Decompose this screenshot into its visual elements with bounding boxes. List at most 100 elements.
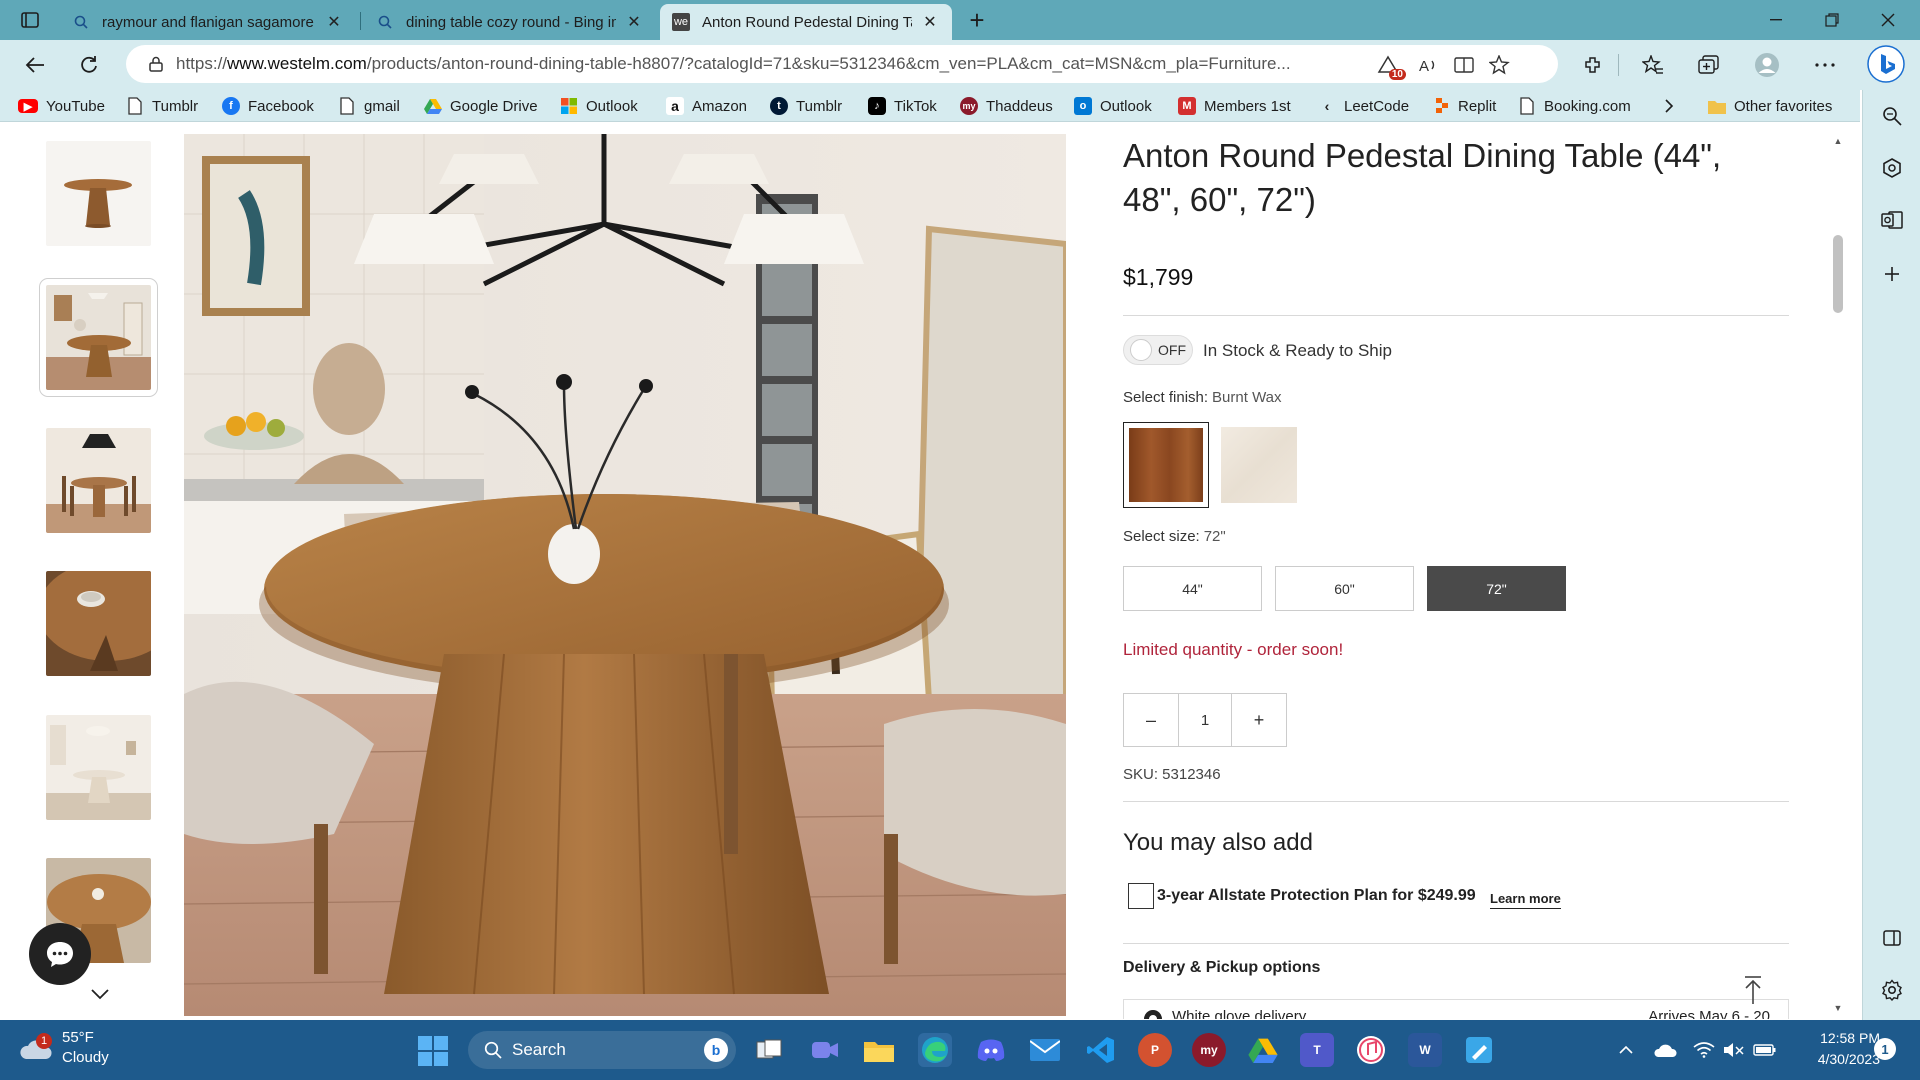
notification-badge[interactable]: 1	[1874, 1038, 1896, 1060]
teams-icon[interactable]: T	[1300, 1033, 1334, 1067]
scroll-up-icon[interactable]: ▲	[1833, 136, 1843, 146]
thumbnail-2[interactable]	[39, 278, 158, 397]
close-icon[interactable]: ✕	[920, 12, 940, 32]
back-to-top-icon[interactable]	[1741, 973, 1765, 1007]
size-option-72[interactable]: 72"	[1427, 566, 1566, 611]
favorite-gmail[interactable]: gmail	[338, 96, 400, 116]
tab-bing[interactable]: dining table cozy round - Bing im ✕	[364, 4, 656, 40]
tracking-prevention-icon[interactable]: 10	[1376, 54, 1406, 80]
chevron-down-icon[interactable]	[88, 985, 112, 1003]
new-tab-button[interactable]: +	[962, 5, 992, 35]
favorite-tiktok[interactable]: ♪ TikTok	[868, 96, 937, 116]
tab-westelm[interactable]: we Anton Round Pedestal Dining Tal ✕	[660, 4, 952, 40]
teams-chat-icon[interactable]	[808, 1033, 842, 1067]
powerpoint-icon[interactable]: P	[1138, 1033, 1172, 1067]
favorite-replit[interactable]: Replit	[1432, 96, 1496, 116]
paint-icon[interactable]	[1462, 1033, 1496, 1067]
restore-button[interactable]	[1804, 0, 1860, 40]
favorite-amazon[interactable]: a Amazon	[666, 96, 747, 116]
itunes-icon[interactable]	[1354, 1033, 1388, 1067]
chevron-up-icon[interactable]	[1614, 1040, 1638, 1060]
refresh-button[interactable]	[72, 48, 106, 82]
address-bar[interactable]: https://www.westelm.com/products/anton-r…	[126, 45, 1558, 83]
radio-selected-icon[interactable]	[1144, 1010, 1162, 1019]
favorites-icon[interactable]	[1636, 48, 1670, 82]
thumbnail-4[interactable]	[46, 571, 151, 676]
weather-widget[interactable]: 1 55°F Cloudy	[18, 1028, 109, 1068]
search-icon[interactable]	[1880, 104, 1904, 128]
outlook-icon[interactable]	[1880, 208, 1904, 232]
settings-gear-icon[interactable]	[1880, 978, 1904, 1002]
quantity-decrease-button[interactable]: –	[1124, 694, 1178, 746]
vscode-icon[interactable]	[1084, 1033, 1118, 1067]
taskbar-clock[interactable]: 12:58 PM 4/30/2023	[1800, 1028, 1880, 1070]
file-explorer-icon[interactable]	[862, 1033, 896, 1067]
favorite-youtube[interactable]: ▶ YouTube	[18, 96, 105, 116]
favorite-outlook[interactable]: Outlook	[560, 96, 638, 116]
extensions-icon[interactable]	[1576, 48, 1610, 82]
favorite-google-drive[interactable]: Google Drive	[424, 96, 538, 116]
favorite-thaddeus[interactable]: my Thaddeus	[960, 96, 1053, 116]
more-options-icon[interactable]	[1808, 48, 1842, 82]
word-icon[interactable]: W	[1408, 1033, 1442, 1067]
windows-start-icon[interactable]	[418, 1036, 448, 1066]
chat-button[interactable]	[29, 923, 91, 985]
favorite-tumblr-2[interactable]: t Tumblr	[770, 96, 842, 116]
shopping-icon[interactable]	[1880, 156, 1904, 180]
lock-icon[interactable]	[136, 56, 176, 72]
finish-swatch-burnt-wax[interactable]	[1123, 422, 1209, 508]
favorite-leetcode[interactable]: ‹ LeetCode	[1318, 96, 1409, 116]
favorite-members-1st[interactable]: M Members 1st	[1178, 96, 1291, 116]
close-icon[interactable]: ✕	[624, 12, 644, 32]
favorite-booking[interactable]: Booking.com	[1518, 96, 1631, 116]
in-stock-toggle[interactable]: OFF	[1123, 335, 1193, 365]
clock-date: 4/30/2023	[1817, 1051, 1880, 1067]
learn-more-link[interactable]: Learn more	[1490, 891, 1561, 909]
google-drive-icon[interactable]	[1246, 1033, 1280, 1067]
back-button[interactable]	[18, 48, 52, 82]
taskbar-search[interactable]: Search b	[468, 1031, 736, 1069]
close-window-button[interactable]	[1860, 0, 1916, 40]
product-hero-image[interactable]	[184, 134, 1066, 1016]
minimize-button[interactable]	[1748, 0, 1804, 40]
tab-raymour[interactable]: raymour and flanigan sagamore ✕	[60, 4, 356, 40]
read-aloud-icon[interactable]: A	[1416, 54, 1440, 76]
profile-avatar-icon[interactable]	[1750, 48, 1784, 82]
favorite-facebook[interactable]: f Facebook	[222, 96, 314, 116]
scrollbar-thumb[interactable]	[1833, 235, 1843, 313]
protection-plan-checkbox[interactable]	[1128, 883, 1154, 909]
add-favorite-icon[interactable]	[1488, 54, 1512, 76]
battery-icon[interactable]	[1752, 1040, 1778, 1060]
thumbnail-5[interactable]	[46, 715, 151, 820]
wifi-icon[interactable]	[1692, 1040, 1716, 1060]
thumbnail-3[interactable]	[46, 428, 151, 533]
size-option-44[interactable]: 44"	[1123, 566, 1262, 611]
task-view-icon[interactable]	[752, 1033, 786, 1067]
chevron-right-icon[interactable]	[1664, 96, 1674, 116]
immersive-reader-icon[interactable]	[1452, 54, 1476, 76]
scroll-down-icon[interactable]: ▼	[1833, 1003, 1843, 1013]
bing-copilot-icon[interactable]	[1866, 44, 1906, 84]
thumbnail-1[interactable]	[46, 141, 151, 246]
size-option-60[interactable]: 60"	[1275, 566, 1414, 611]
quantity-increase-button[interactable]: +	[1232, 694, 1286, 746]
favorite-tumblr[interactable]: Tumblr	[126, 96, 198, 116]
mail-icon[interactable]	[1028, 1033, 1062, 1067]
hide-sidebar-icon[interactable]	[1880, 926, 1904, 950]
tab-actions-icon[interactable]	[14, 8, 46, 32]
quantity-input[interactable]: 1	[1178, 694, 1232, 746]
discord-icon[interactable]	[974, 1033, 1008, 1067]
add-icon[interactable]	[1880, 262, 1904, 286]
delivery-option-white-glove[interactable]: White glove delivery Arrives May 6 - 20	[1123, 999, 1789, 1019]
finish-swatch-light[interactable]	[1216, 422, 1302, 508]
volume-muted-icon[interactable]	[1722, 1040, 1746, 1060]
onedrive-cloud-icon[interactable]	[1652, 1040, 1678, 1060]
other-favorites-folder[interactable]: Other favorites	[1708, 96, 1832, 116]
my-app-icon[interactable]: my	[1192, 1033, 1226, 1067]
edge-icon[interactable]	[918, 1033, 952, 1067]
favorite-outlook-2[interactable]: o Outlook	[1074, 96, 1152, 116]
page-scrollbar[interactable]: ▲ ▼	[1829, 123, 1847, 1020]
close-icon[interactable]: ✕	[324, 12, 344, 32]
url-text[interactable]: https://www.westelm.com/products/anton-r…	[176, 54, 1356, 74]
collections-icon[interactable]	[1692, 48, 1726, 82]
